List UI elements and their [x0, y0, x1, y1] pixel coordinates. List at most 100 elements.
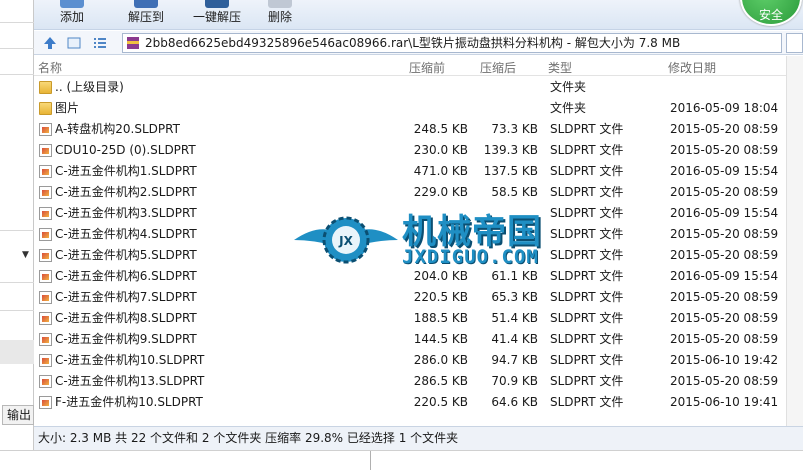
file-modified: 2015-05-20 08:59	[670, 143, 779, 157]
file-uncompressed-size: 139.3 KB	[483, 143, 538, 157]
sldprt-file-icon	[39, 123, 52, 136]
file-modified: 2016-05-09 15:54	[670, 164, 779, 178]
background-app-panel: ▼ 输出	[0, 0, 34, 469]
file-type: SLDPRT 文件	[550, 164, 624, 178]
sldprt-file-icon	[39, 270, 52, 283]
security-badge[interactable]: 安全	[740, 0, 802, 26]
file-compressed-size: 220.5 KB	[413, 290, 468, 304]
sldprt-file-icon	[39, 312, 52, 325]
one-click-extract-icon	[205, 0, 229, 8]
sldprt-file-icon	[39, 396, 52, 409]
file-modified: 2015-05-20 08:59	[670, 227, 779, 241]
path-dropdown-button[interactable]	[786, 33, 803, 53]
sldprt-file-icon	[39, 354, 52, 367]
file-compressed-size: 248.5 KB	[413, 122, 468, 136]
file-type: SLDPRT 文件	[550, 311, 624, 325]
add-button[interactable]: 添加	[52, 0, 92, 30]
file-name: C-进五金件机构8.SLDPRT	[55, 311, 197, 325]
file-modified: 2015-06-10 19:41	[670, 395, 779, 409]
file-modified: 2015-05-20 08:59	[670, 122, 779, 136]
file-uncompressed-size: 41.4 KB	[491, 332, 538, 346]
file-modified: 2015-06-10 19:42	[670, 353, 779, 367]
sldprt-file-icon	[39, 249, 52, 262]
table-row[interactable]: A-转盘机构20.SLDPRT 248.5 KB 73.3 KB SLDPRT 文件 2…	[34, 119, 803, 140]
vertical-scrollbar[interactable]	[786, 56, 803, 426]
table-row[interactable]: C-进五金件机构10.SLDPRT 286.0 KB 94.7 KB SLDPRT 文…	[34, 350, 803, 371]
divider	[0, 310, 34, 311]
file-name: F-进五金件机构10.SLDPRT	[55, 395, 203, 409]
winged-gear-logo-icon: JX	[294, 216, 398, 264]
column-header: 名称 压缩前 压缩后 类型 修改日期	[34, 56, 803, 76]
list-view-icon[interactable]	[92, 35, 108, 51]
divider	[0, 282, 34, 283]
table-row[interactable]: C-进五金件机构8.SLDPRT 188.5 KB 51.4 KB SLDPRT 文件…	[34, 308, 803, 329]
file-type: SLDPRT 文件	[550, 122, 624, 136]
watermark: JX 机械帝国 JXDIGUO.COM	[290, 200, 590, 280]
add-icon	[60, 0, 84, 8]
sldprt-file-icon	[39, 375, 52, 388]
file-uncompressed-size: 73.3 KB	[491, 122, 538, 136]
path-field[interactable]: 2bb8ed6625ebd49325896e546ac08966.rar\L型铁…	[122, 33, 782, 53]
file-name: C-进五金件机构13.SLDPRT	[55, 374, 205, 388]
table-row[interactable]: C-进五金件机构9.SLDPRT 144.5 KB 41.4 KB SLDPRT 文件…	[34, 329, 803, 350]
file-compressed-size: 286.5 KB	[413, 374, 468, 388]
file-compressed-size: 144.5 KB	[413, 332, 468, 346]
column-uncompressed[interactable]: 压缩后	[480, 59, 516, 76]
thumbnail-view-icon[interactable]	[66, 35, 82, 51]
output-button[interactable]: 输出	[2, 405, 34, 425]
add-label: 添加	[59, 10, 84, 24]
file-type: SLDPRT 文件	[550, 332, 624, 346]
file-name: C-进五金件机构7.SLDPRT	[55, 290, 197, 304]
file-compressed-size: 188.5 KB	[413, 311, 468, 325]
file-modified: 2016-05-09 15:54	[670, 206, 779, 220]
file-name: C-进五金件机构6.SLDPRT	[55, 269, 197, 283]
file-name: .. (上级目录)	[55, 80, 124, 94]
file-type: SLDPRT 文件	[550, 353, 624, 367]
file-name: C-进五金件机构4.SLDPRT	[55, 227, 197, 241]
table-row[interactable]: 图片 文件夹 2016-05-09 18:04	[34, 98, 803, 119]
file-name: C-进五金件机构2.SLDPRT	[55, 185, 197, 199]
file-uncompressed-size: 94.7 KB	[491, 353, 538, 367]
divider	[370, 451, 371, 470]
extract-to-button[interactable]: 解压到	[118, 0, 174, 30]
file-uncompressed-size: 137.5 KB	[483, 164, 538, 178]
file-modified: 2015-05-20 08:59	[670, 332, 779, 346]
file-modified: 2016-05-09 18:04	[670, 101, 779, 115]
file-type: SLDPRT 文件	[550, 395, 624, 409]
taskbar-strip	[0, 450, 803, 470]
file-type: 文件夹	[550, 80, 587, 94]
file-type: SLDPRT 文件	[550, 374, 624, 388]
file-modified: 2015-05-20 08:59	[670, 248, 779, 262]
delete-button[interactable]: 删除	[260, 0, 300, 30]
file-compressed-size: 471.0 KB	[413, 164, 468, 178]
divider	[0, 230, 34, 231]
table-row[interactable]: C-进五金件机构1.SLDPRT 471.0 KB 137.5 KB SLDPRT 文…	[34, 161, 803, 182]
up-arrow-icon[interactable]	[42, 35, 58, 51]
column-name[interactable]: 名称	[38, 59, 62, 76]
archive-window: 添加 解压到 一键解压 删除 安全 2bb8ed6625ebd49325896e…	[34, 0, 803, 450]
rar-archive-icon	[127, 37, 139, 49]
column-modified[interactable]: 修改日期	[668, 59, 716, 76]
column-compressed[interactable]: 压缩前	[409, 59, 445, 76]
table-row[interactable]: C-进五金件机构13.SLDPRT 286.5 KB 70.9 KB SLDPRT 文…	[34, 371, 803, 392]
file-name: A-转盘机构20.SLDPRT	[55, 122, 180, 136]
status-bar: 大小: 2.3 MB 共 22 个文件和 2 个文件夹 压缩率 29.8% 已经…	[34, 426, 803, 450]
table-row[interactable]: CDU10-25D (0).SLDPRT 230.0 KB 139.3 KB SLDP…	[34, 140, 803, 161]
file-name: C-进五金件机构10.SLDPRT	[55, 353, 205, 367]
divider	[0, 22, 34, 23]
file-name: C-进五金件机构5.SLDPRT	[55, 248, 197, 262]
toolbar: 添加 解压到 一键解压 删除 安全	[34, 0, 803, 30]
file-type: SLDPRT 文件	[550, 143, 624, 157]
badge-label: 安全	[758, 8, 783, 22]
dropdown-arrow-icon[interactable]: ▼	[22, 250, 29, 260]
extract-to-label: 解压到	[127, 10, 164, 24]
column-type[interactable]: 类型	[548, 59, 572, 76]
table-row[interactable]: C-进五金件机构7.SLDPRT 220.5 KB 65.3 KB SLDPRT 文件…	[34, 287, 803, 308]
file-name: C-进五金件机构1.SLDPRT	[55, 164, 197, 178]
one-click-extract-button[interactable]: 一键解压	[184, 0, 250, 30]
delete-label: 删除	[267, 10, 292, 24]
table-row[interactable]: F-进五金件机构10.SLDPRT 220.5 KB 64.6 KB SLDPRT 文…	[34, 392, 803, 413]
file-type: SLDPRT 文件	[550, 290, 624, 304]
logo-emblem-text: JX	[338, 234, 353, 248]
table-row[interactable]: .. (上级目录) 文件夹	[34, 77, 803, 98]
